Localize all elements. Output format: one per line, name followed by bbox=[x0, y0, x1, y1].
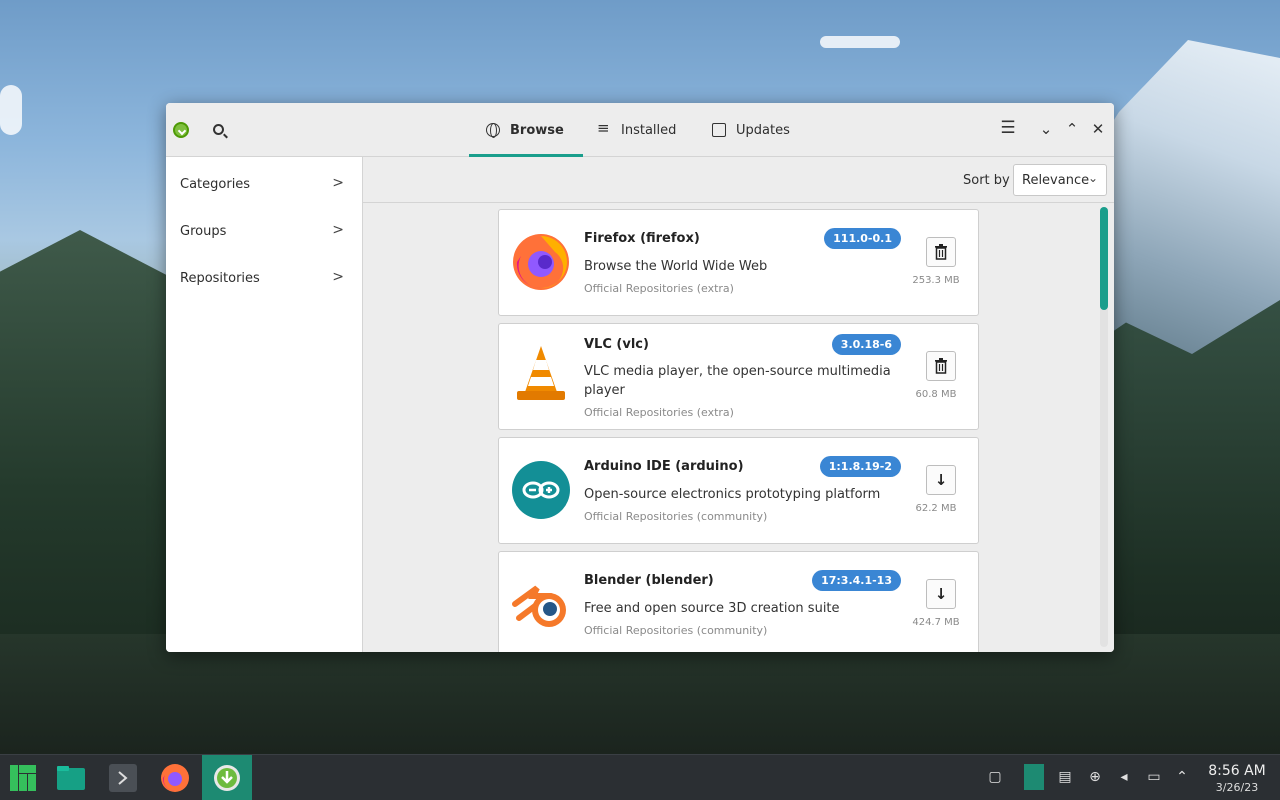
close-icon[interactable]: ✕ bbox=[1088, 120, 1108, 138]
updates-icon bbox=[712, 123, 726, 137]
sort-dropdown[interactable]: Relevance ⌄ bbox=[1013, 164, 1107, 196]
list-icon bbox=[597, 119, 611, 137]
software-manager-taskbar-item[interactable] bbox=[202, 755, 252, 800]
clock-date[interactable]: 3/26/23 bbox=[1200, 781, 1274, 794]
version-badge: 3.0.18-6 bbox=[831, 334, 901, 355]
package-name: Firefox (firefox) bbox=[584, 231, 700, 246]
tab-installed[interactable]: Installed bbox=[597, 103, 676, 157]
sidebar-item-label: Categories bbox=[180, 176, 251, 192]
chevron-right-icon: > bbox=[332, 269, 344, 285]
version-badge: 111.0-0.1 bbox=[824, 228, 901, 249]
package-name: Arduino IDE (arduino) bbox=[584, 459, 744, 474]
manjaro-menu-icon[interactable] bbox=[8, 763, 38, 793]
sidebar-item-categories[interactable]: Categories > bbox=[166, 164, 362, 204]
search-icon[interactable] bbox=[213, 124, 224, 135]
download-icon: ↓ bbox=[934, 585, 948, 603]
package-description: VLC media player, the open-source multim… bbox=[584, 364, 891, 398]
software-manager-icon bbox=[214, 765, 240, 791]
firefox-taskbar-icon[interactable] bbox=[160, 763, 190, 793]
package-name: Blender (blender) bbox=[584, 573, 714, 588]
version-badge: 1:1.8.19-2 bbox=[819, 456, 901, 477]
version-badge: 17:3.4.1-13 bbox=[812, 570, 901, 591]
scrollbar-thumb[interactable] bbox=[1100, 207, 1108, 310]
package-repository: Official Repositories (community) bbox=[584, 510, 768, 523]
sort-selected-value: Relevance bbox=[1022, 173, 1090, 188]
terminal-icon[interactable] bbox=[108, 763, 138, 793]
file-manager-icon[interactable] bbox=[56, 763, 86, 793]
package-repository: Official Repositories (extra) bbox=[584, 406, 734, 419]
remove-button[interactable] bbox=[926, 237, 956, 267]
minimize-icon[interactable]: ⌄ bbox=[1036, 120, 1056, 138]
sidebar-item-label: Groups bbox=[180, 223, 227, 239]
show-desktop-icon[interactable]: ▢ bbox=[986, 769, 1004, 787]
sidebar-item-groups[interactable]: Groups > bbox=[166, 211, 362, 251]
update-notifier-icon[interactable]: ⊕ bbox=[1086, 769, 1104, 787]
tray-expand-icon[interactable]: ⌃ bbox=[1173, 769, 1191, 787]
chevron-down-icon: ⌄ bbox=[1087, 171, 1098, 185]
sort-bar: Sort by Relevance ⌄ bbox=[363, 157, 1114, 203]
taskbar: ▢ ▤ ⊕ ◂ ▭ ⌃ 8:56 AM 3/26/23 bbox=[0, 754, 1280, 800]
package-repository: Official Repositories (community) bbox=[584, 624, 768, 637]
sidebar-item-repositories[interactable]: Repositories > bbox=[166, 258, 362, 298]
package-size: 253.3 MB bbox=[912, 275, 960, 286]
package-card-firefox[interactable]: Firefox (firefox) Browse the World Wide … bbox=[498, 209, 979, 316]
package-description: Open-source electronics prototyping plat… bbox=[584, 487, 881, 502]
trash-icon bbox=[935, 244, 947, 260]
tab-label: Updates bbox=[736, 122, 790, 138]
sidebar-item-label: Repositories bbox=[180, 270, 260, 286]
chevron-right-icon: > bbox=[332, 222, 344, 238]
package-description: Browse the World Wide Web bbox=[584, 259, 768, 274]
chevron-right-icon: > bbox=[332, 175, 344, 191]
remove-button[interactable] bbox=[926, 351, 956, 381]
package-name: VLC (vlc) bbox=[584, 337, 649, 352]
cloud bbox=[820, 36, 900, 48]
ground bbox=[0, 634, 1280, 754]
package-size: 424.7 MB bbox=[912, 617, 960, 628]
vlc-logo-icon bbox=[517, 346, 565, 400]
install-button[interactable]: ↓ bbox=[926, 465, 956, 495]
cloud bbox=[0, 85, 22, 135]
arduino-logo-icon bbox=[512, 461, 570, 519]
volume-icon[interactable]: ◂ bbox=[1115, 769, 1133, 787]
firefox-logo-icon bbox=[513, 234, 569, 290]
install-button[interactable]: ↓ bbox=[926, 579, 956, 609]
download-icon: ↓ bbox=[934, 471, 948, 489]
tab-updates[interactable]: Updates bbox=[712, 103, 790, 157]
software-manager-window: Browse Installed Updates ☰ ⌄ ⌃ ✕ Categor… bbox=[166, 103, 1114, 652]
tab-browse[interactable]: Browse bbox=[486, 103, 564, 157]
package-card-blender[interactable]: Blender (blender) Free and open source 3… bbox=[498, 551, 979, 652]
package-card-vlc[interactable]: VLC (vlc) VLC media player, the open-sou… bbox=[498, 323, 979, 430]
clock-time[interactable]: 8:56 AM bbox=[1200, 763, 1274, 779]
blender-logo-icon bbox=[512, 585, 566, 627]
sort-label: Sort by bbox=[963, 173, 1010, 188]
clipboard-settings-icon[interactable]: ▤ bbox=[1056, 769, 1074, 787]
package-repository: Official Repositories (extra) bbox=[584, 282, 734, 295]
sidebar: Categories > Groups > Repositories > bbox=[166, 157, 363, 652]
package-description: Free and open source 3D creation suite bbox=[584, 601, 840, 616]
trash-icon bbox=[935, 358, 947, 374]
hamburger-menu-icon[interactable]: ☰ bbox=[998, 118, 1018, 138]
tab-label: Browse bbox=[510, 122, 564, 138]
package-size: 62.2 MB bbox=[915, 503, 957, 514]
title-bar: Browse Installed Updates ☰ ⌄ ⌃ ✕ bbox=[166, 103, 1114, 157]
package-card-arduino[interactable]: Arduino IDE (arduino) Open-source electr… bbox=[498, 437, 979, 544]
tab-label: Installed bbox=[621, 122, 677, 138]
package-list-area: Sort by Relevance ⌄ Firefox (firefox) Br… bbox=[363, 157, 1114, 652]
maximize-icon[interactable]: ⌃ bbox=[1062, 120, 1082, 138]
globe-icon bbox=[486, 123, 500, 138]
package-size: 60.8 MB bbox=[915, 389, 957, 400]
network-icon[interactable]: ▭ bbox=[1145, 769, 1163, 787]
app-icon bbox=[173, 122, 189, 138]
window-switcher-icon[interactable] bbox=[1024, 764, 1044, 790]
